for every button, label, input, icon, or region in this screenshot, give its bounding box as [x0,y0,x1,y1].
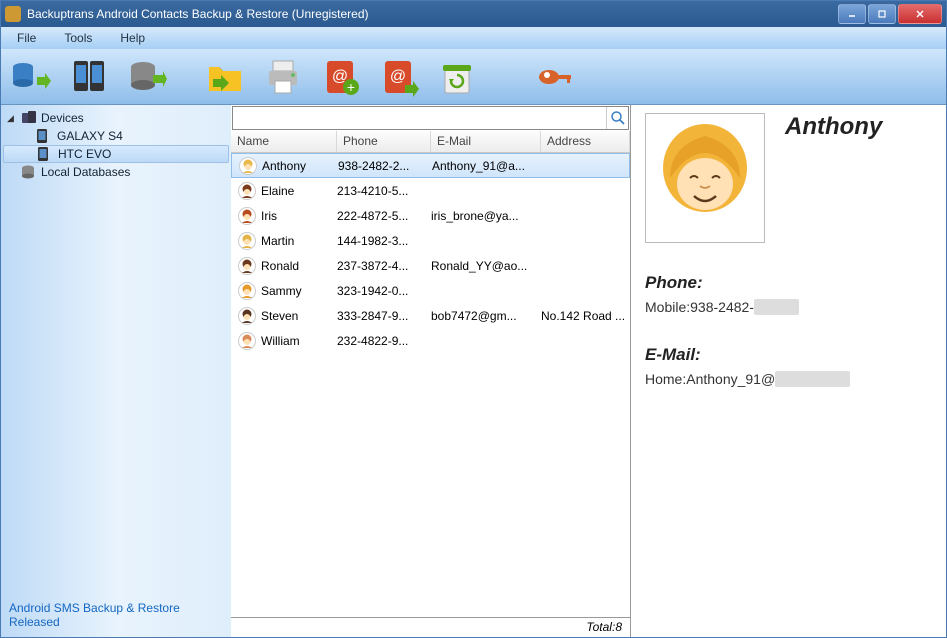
sidebar: ◢ Devices GALAXY S4 HTC EVO [1,105,231,637]
cell-name: Ronald [261,259,337,273]
app-icon [5,6,21,22]
avatar-icon [237,306,257,326]
recycle-icon[interactable] [433,55,481,99]
backup-to-db-icon[interactable] [7,55,55,99]
table-row[interactable]: Sammy323-1942-0... [231,278,630,303]
toolbar: @+ @ [1,49,946,105]
col-header-phone[interactable]: Phone [337,131,431,152]
avatar-icon [237,206,257,226]
detail-email-value: Home:Anthony_91@xxxxxx.xxx [645,371,932,387]
cell-phone: 213-4210-5... [337,184,431,198]
avatar-icon [237,331,257,351]
tree-localdb-root[interactable]: Local Databases [3,163,229,181]
column-header: Name Phone E-Mail Address [231,131,630,153]
table-row[interactable]: Anthony938-2482-2...Anthony_91@a... [231,153,630,178]
menu-file[interactable]: File [17,31,36,45]
col-header-address[interactable]: Address [541,131,630,152]
avatar-icon [237,256,257,276]
contact-rows: Anthony938-2482-2...Anthony_91@a...Elain… [231,153,630,617]
total-bar: Total:8 [231,617,630,637]
key-icon[interactable] [531,55,579,99]
svg-text:@: @ [390,68,406,85]
phone-icon [38,147,54,161]
db-restore-icon[interactable] [123,55,171,99]
tree-localdb-label: Local Databases [41,165,130,179]
cell-name: Martin [261,234,337,248]
contact-list-pane: Name Phone E-Mail Address Anthony938-248… [231,105,631,637]
cell-phone: 222-4872-5... [337,209,431,223]
cell-address: No.142 Road ... [541,309,630,323]
detail-avatar [645,113,765,243]
detail-email-label: E-Mail: [645,345,932,365]
avatar-icon [237,181,257,201]
cell-phone: 232-4822-9... [337,334,431,348]
cell-name: Sammy [261,284,337,298]
cell-phone: 237-3872-4... [337,259,431,273]
minimize-button[interactable] [838,4,866,24]
tree-devices-label: Devices [41,111,84,125]
menu-help[interactable]: Help [120,31,145,45]
cell-phone: 333-2847-9... [337,309,431,323]
contact-detail-pane: Anthony Phone: Mobile:938-2482-XXXX E-Ma… [631,105,946,637]
menubar: File Tools Help [1,27,946,49]
footer-link[interactable]: Android SMS Backup & Restore Released [3,597,229,633]
window-title: Backuptrans Android Contacts Backup & Re… [27,7,369,21]
cell-name: Elaine [261,184,337,198]
table-row[interactable]: Steven333-2847-9...bob7472@gm...No.142 R… [231,303,630,328]
search-icon [610,110,626,126]
avatar-icon [237,281,257,301]
cell-phone: 938-2482-2... [338,159,432,173]
tree-device-item[interactable]: HTC EVO [3,145,229,163]
tree-device-item[interactable]: GALAXY S4 [3,127,229,145]
maximize-button[interactable] [868,4,896,24]
cell-email: bob7472@gm... [431,309,541,323]
close-button[interactable] [898,4,942,24]
titlebar: Backuptrans Android Contacts Backup & Re… [1,1,946,27]
phone-icon [37,129,53,143]
table-row[interactable]: Iris222-4872-5...iris_brone@ya... [231,203,630,228]
avatar-icon [238,156,258,176]
phones-icon[interactable] [65,55,113,99]
table-row[interactable]: Martin144-1982-3... [231,228,630,253]
tree-device-label: HTC EVO [58,147,111,161]
cell-name: Anthony [262,159,338,173]
menu-tools[interactable]: Tools [64,31,92,45]
table-row[interactable]: Ronald237-3872-4...Ronald_YY@ao... [231,253,630,278]
cell-name: Iris [261,209,337,223]
table-row[interactable]: William232-4822-9... [231,328,630,353]
cell-email: Ronald_YY@ao... [431,259,541,273]
table-row[interactable]: Elaine213-4210-5... [231,178,630,203]
cell-email: Anthony_91@a... [432,159,542,173]
search-button[interactable] [606,107,628,129]
svg-text:+: + [347,79,355,95]
import-folder-icon[interactable] [201,55,249,99]
devices-icon [21,111,37,125]
avatar-icon [237,231,257,251]
collapse-toggle-icon[interactable]: ◢ [7,113,17,124]
contact-export-icon[interactable]: @ [375,55,423,99]
cell-name: William [261,334,337,348]
cell-phone: 144-1982-3... [337,234,431,248]
cell-name: Steven [261,309,337,323]
col-header-name[interactable]: Name [231,131,337,152]
detail-contact-name: Anthony [785,113,882,141]
tree-devices-root[interactable]: ◢ Devices [3,109,229,127]
contact-add-icon[interactable]: @+ [317,55,365,99]
tree-device-label: GALAXY S4 [57,129,123,143]
search-input[interactable] [233,107,606,129]
cell-phone: 323-1942-0... [337,284,431,298]
detail-phone-label: Phone: [645,273,932,293]
col-header-email[interactable]: E-Mail [431,131,541,152]
database-icon [21,165,37,179]
cell-email: iris_brone@ya... [431,209,541,223]
detail-phone-value: Mobile:938-2482-XXXX [645,299,932,315]
print-icon[interactable] [259,55,307,99]
